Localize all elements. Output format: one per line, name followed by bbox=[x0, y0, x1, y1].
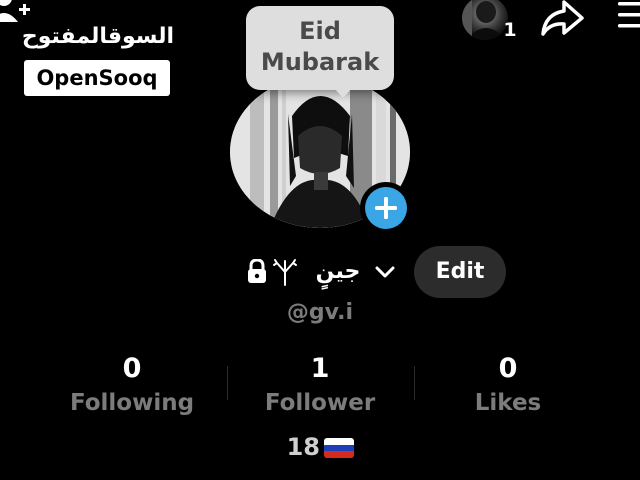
bubble-line-2: Mubarak bbox=[260, 48, 380, 76]
user-handle: @gv.i bbox=[286, 300, 354, 325]
username-row[interactable]: جينٍ bbox=[244, 256, 395, 288]
share-icon[interactable] bbox=[540, 0, 584, 38]
stat-following[interactable]: 0 Following bbox=[42, 350, 222, 420]
menu-icon[interactable] bbox=[616, 0, 640, 34]
add-story-button[interactable] bbox=[360, 182, 412, 234]
stat-divider bbox=[227, 366, 228, 400]
tree-symbol-icon bbox=[273, 259, 297, 286]
chevron-down-icon bbox=[375, 266, 395, 278]
display-name: جينٍ bbox=[315, 259, 361, 284]
stat-following-value: 0 bbox=[122, 353, 142, 384]
notification-count: 1 bbox=[503, 19, 517, 41]
watermark-arabic-text: السوقالمفتوح bbox=[21, 24, 174, 49]
bio-age: 18 bbox=[286, 433, 320, 461]
eid-bubble: Eid Mubarak bbox=[246, 6, 394, 90]
bubble-tail bbox=[334, 88, 352, 98]
stat-follower-label: Follower bbox=[264, 390, 376, 416]
stat-likes-label: Likes bbox=[474, 390, 542, 416]
bio-row: 18 bbox=[270, 430, 370, 464]
stat-following-label: Following bbox=[69, 390, 195, 416]
stat-likes-value: 0 bbox=[498, 353, 518, 384]
plus-icon bbox=[375, 197, 397, 219]
russia-flag-icon bbox=[324, 438, 354, 458]
stat-follower-value: 1 bbox=[310, 353, 330, 384]
watermark-brand: OpenSooq bbox=[24, 60, 170, 96]
edit-profile-button[interactable]: Edit bbox=[414, 246, 506, 298]
bubble-line-1: Eid bbox=[299, 17, 341, 45]
lock-icon bbox=[248, 259, 266, 283]
stat-follower[interactable]: 1 Follower bbox=[230, 350, 410, 420]
stat-likes[interactable]: 0 Likes bbox=[418, 350, 598, 420]
stat-divider bbox=[414, 366, 415, 400]
